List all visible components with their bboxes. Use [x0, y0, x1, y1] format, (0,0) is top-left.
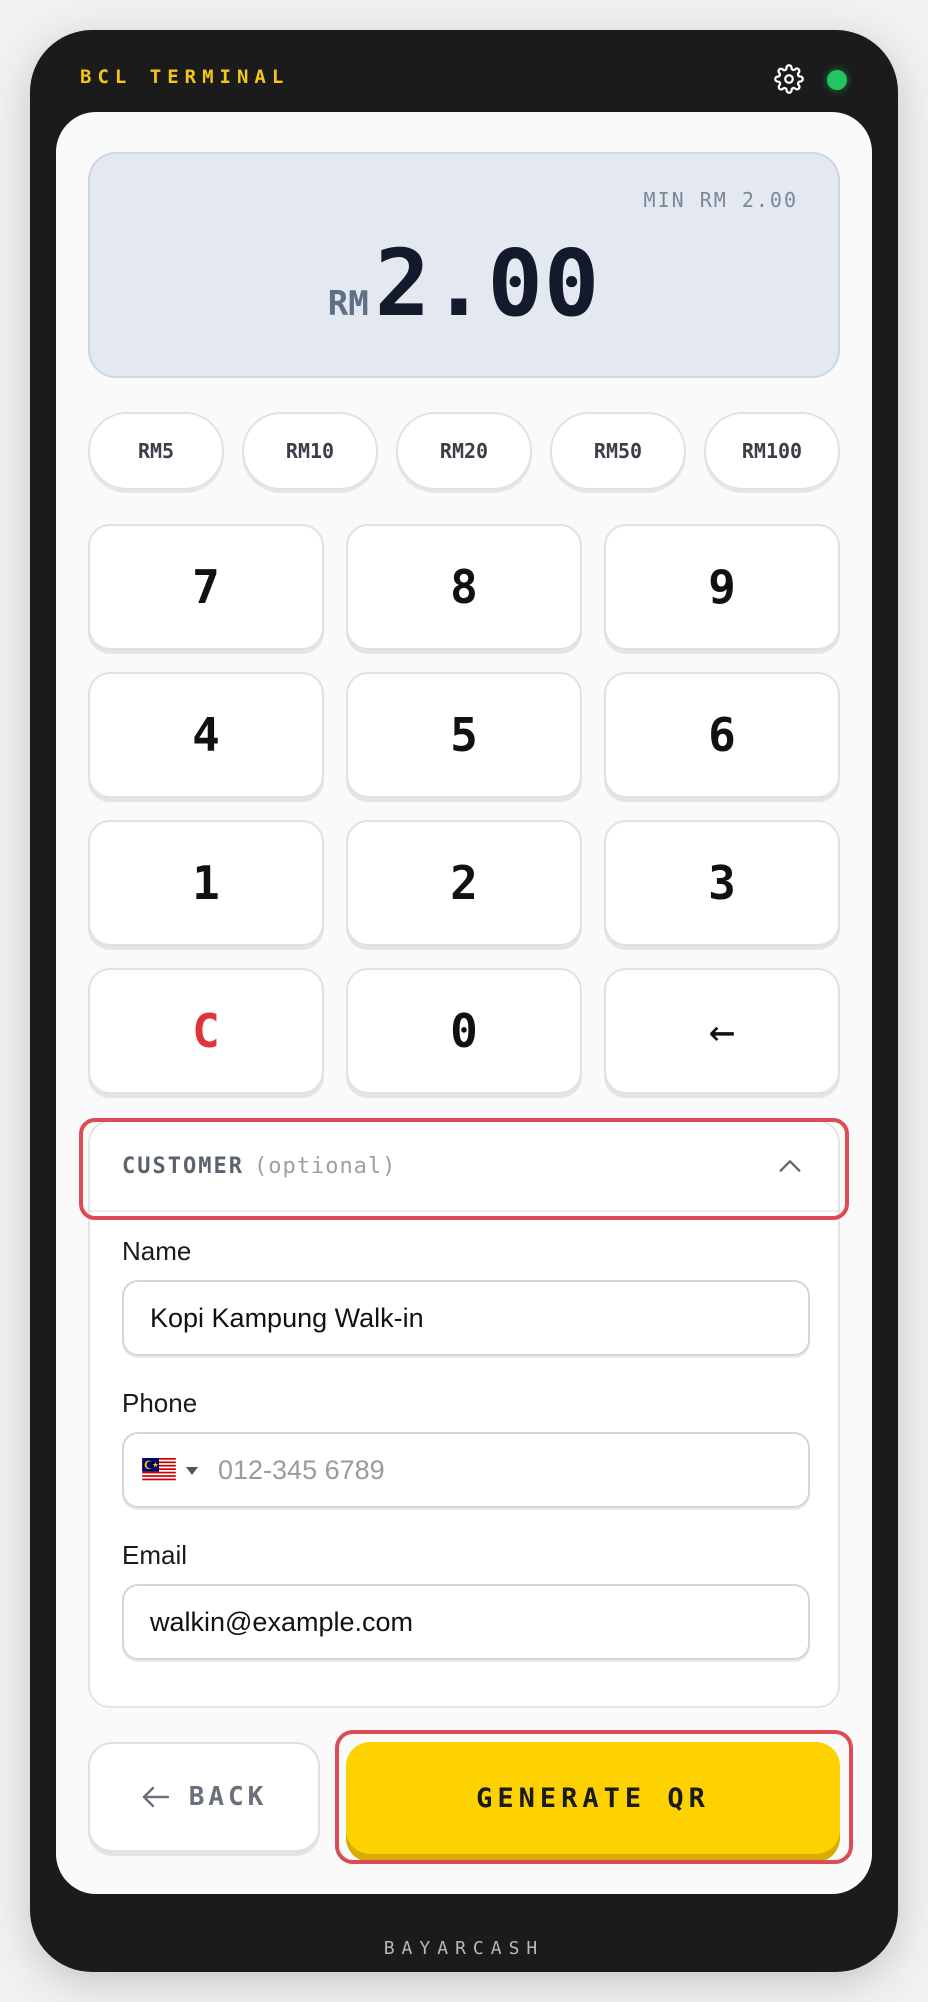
key-6[interactable]: 6: [604, 672, 840, 798]
key-2[interactable]: 2: [346, 820, 582, 946]
key-4[interactable]: 4: [88, 672, 324, 798]
quick-amount-rm20[interactable]: RM20: [396, 412, 532, 490]
key-5[interactable]: 5: [346, 672, 582, 798]
key-1[interactable]: 1: [88, 820, 324, 946]
footer-brand: BAYARCASH: [383, 1938, 545, 1959]
key-3[interactable]: 3: [604, 820, 840, 946]
quick-amount-rm5[interactable]: RM5: [88, 412, 224, 490]
name-label: Name: [122, 1236, 192, 1266]
gear-icon[interactable]: [774, 64, 804, 94]
customer-section-title: CUSTOMER (optional): [122, 1154, 396, 1179]
key-7[interactable]: 7: [88, 524, 324, 650]
name-field-box: [122, 1280, 810, 1356]
name-input[interactable]: [148, 1282, 788, 1354]
currency-label: RM: [327, 284, 369, 324]
phone-field-box: [122, 1432, 810, 1508]
quick-amount-rm100[interactable]: RM100: [704, 412, 840, 490]
phone-input[interactable]: [216, 1434, 776, 1506]
generate-qr-button[interactable]: GENERATE QR: [346, 1742, 840, 1854]
key-8[interactable]: 8: [346, 524, 582, 650]
minimum-amount-label: MIN RM 2.00: [643, 188, 798, 212]
chevron-up-icon: [779, 1160, 801, 1172]
email-label: Email: [122, 1540, 188, 1570]
malaysia-flag-icon[interactable]: [142, 1458, 176, 1482]
key-0[interactable]: 0: [346, 968, 582, 1094]
amount-row: RM2.00: [90, 230, 838, 337]
amount-display: MIN RM 2.00 RM2.00: [88, 152, 840, 378]
quick-amount-rm10[interactable]: RM10: [242, 412, 378, 490]
key-9[interactable]: 9: [604, 524, 840, 650]
clear-key[interactable]: C: [88, 968, 324, 1094]
brand-title: BCL TERMINAL: [80, 66, 290, 88]
terminal-screen: MIN RM 2.00 RM2.00 RM5 RM10 RM20 RM50 RM…: [56, 112, 872, 1894]
customer-section: CUSTOMER (optional) Name Phone: [88, 1120, 840, 1708]
back-button[interactable]: BACK: [88, 1742, 320, 1852]
customer-title-label: CUSTOMER: [122, 1154, 244, 1179]
customer-section-toggle[interactable]: CUSTOMER (optional): [90, 1122, 838, 1212]
back-button-label: BACK: [188, 1782, 268, 1812]
email-field-box: [122, 1584, 810, 1660]
quick-amount-row: RM5 RM10 RM20 RM50 RM100: [88, 412, 840, 492]
phone-label: Phone: [122, 1388, 198, 1418]
arrow-left-icon: [142, 1786, 169, 1808]
country-dropdown-caret-icon[interactable]: [186, 1467, 198, 1475]
email-input[interactable]: [148, 1586, 788, 1658]
amount-value: 2.00: [374, 230, 601, 337]
top-bar: BCL TERMINAL: [30, 30, 898, 112]
numeric-keypad: 7 8 9 4 5 6 1 2 3 C 0 ←: [88, 524, 840, 1094]
terminal-device: BCL TERMINAL MIN RM 2.00 RM2.00 RM5 RM10…: [30, 30, 898, 1972]
quick-amount-rm50[interactable]: RM50: [550, 412, 686, 490]
customer-optional-label: (optional): [253, 1154, 397, 1179]
online-status-indicator: [827, 70, 847, 90]
backspace-key[interactable]: ←: [604, 968, 840, 1094]
